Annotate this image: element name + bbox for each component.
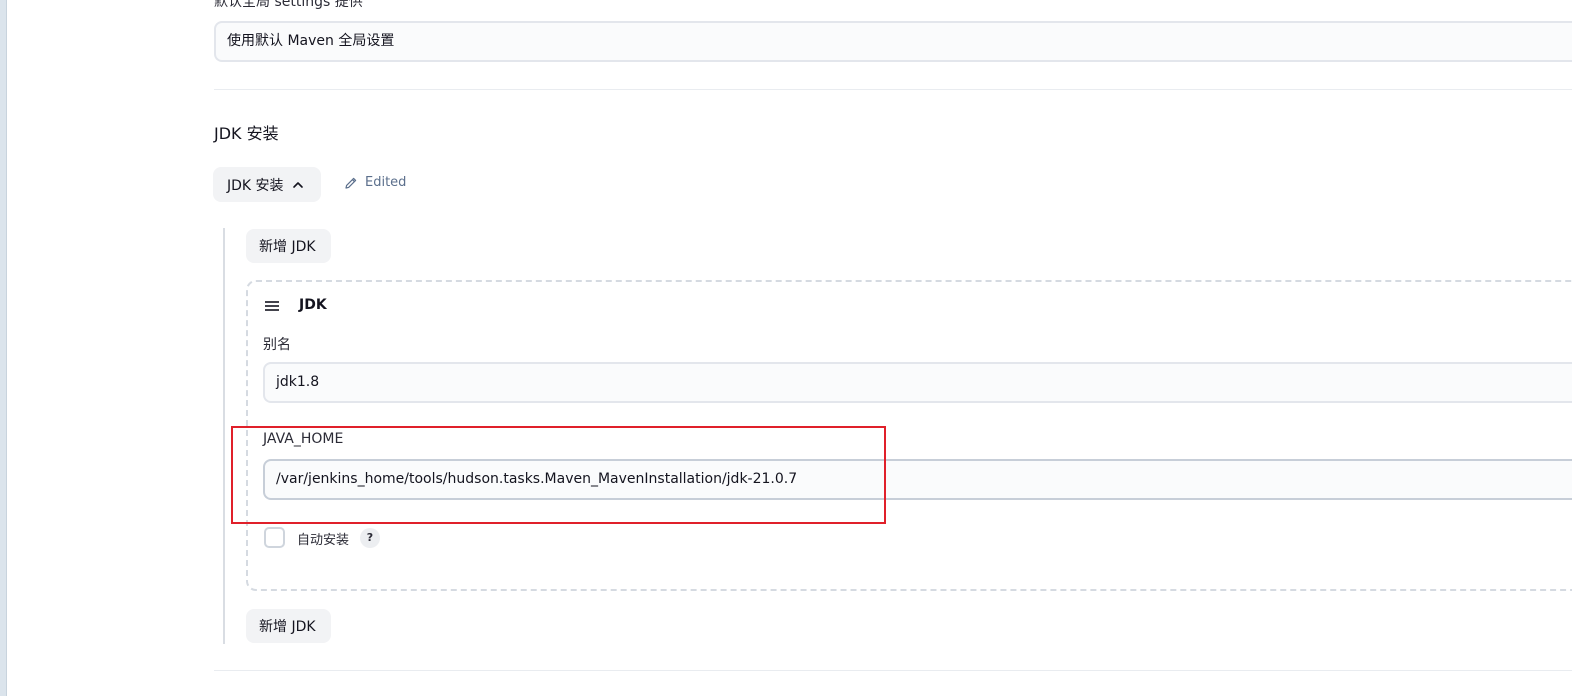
nesting-line — [223, 228, 225, 644]
drag-handle-icon[interactable] — [264, 299, 280, 313]
jdk-config-page: 默认全局 settings 提供 使用默认 Maven 全局设置 JDK 安装 … — [0, 0, 1572, 696]
auto-install-checkbox[interactable] — [264, 527, 285, 548]
chevron-up-icon — [292, 181, 303, 188]
jdk-section-title: JDK 安装 — [214, 124, 279, 143]
java-home-label: JAVA_HOME — [263, 431, 344, 447]
scroll-edge — [0, 0, 7, 696]
pencil-icon — [345, 177, 357, 189]
edited-indicator: Edited — [344, 175, 406, 190]
java-home-input[interactable]: /var/jenkins_home/tools/hudson.tasks.Mav… — [263, 459, 1572, 500]
alias-input[interactable]: jdk1.8 — [263, 362, 1572, 403]
alias-label: 别名 — [263, 337, 291, 353]
auto-install-label: 自动安装 — [297, 533, 350, 548]
global-settings-label: 默认全局 settings 提供 — [214, 0, 363, 10]
add-jdk-button-top[interactable]: 新增 JDK — [246, 229, 331, 263]
help-icon[interactable]: ? — [360, 528, 380, 548]
toggle-button-label: JDK 安装 — [227, 177, 284, 194]
edited-label: Edited — [365, 175, 407, 190]
global-settings-select[interactable]: 使用默认 Maven 全局设置 — [214, 21, 1572, 62]
section-divider-bottom — [214, 670, 1572, 671]
jdk-section-toggle-button[interactable]: JDK 安装 — [213, 167, 321, 202]
jdk-card — [246, 280, 1572, 591]
jdk-card-title: JDK — [299, 297, 327, 313]
section-divider — [214, 89, 1572, 90]
add-jdk-button-bottom[interactable]: 新增 JDK — [246, 609, 331, 643]
